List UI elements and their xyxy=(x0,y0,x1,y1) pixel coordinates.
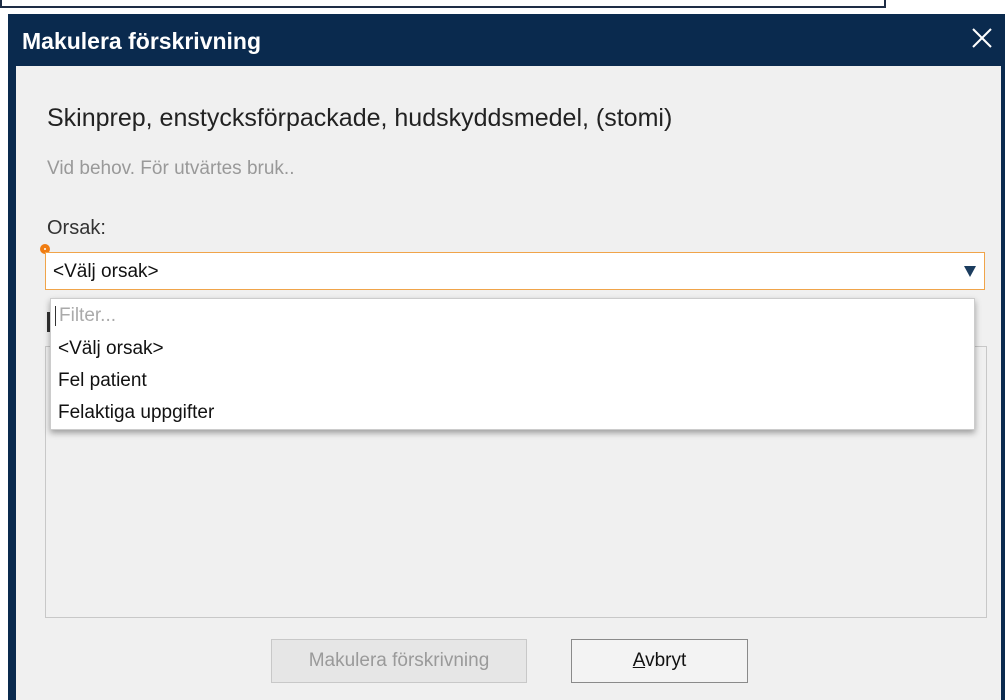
close-button[interactable] xyxy=(967,24,997,54)
reason-select-value: <Välj orsak> xyxy=(53,261,159,282)
cancel-prescription-dialog: Makulera förskrivning Skinprep, enstycks… xyxy=(8,14,1005,700)
dosage-instructions: Vid behov. För utvärtes bruk.. xyxy=(47,158,295,179)
filter-input[interactable] xyxy=(51,299,974,333)
dialog-titlebar: Makulera förskrivning xyxy=(8,14,1005,66)
reason-option[interactable]: Felaktiga uppgifter xyxy=(51,397,974,429)
abort-button-label: vbryt xyxy=(645,650,687,671)
abort-button[interactable]: Avbryt xyxy=(571,639,748,683)
dialog-body: Skinprep, enstycksförpackade, hudskyddsm… xyxy=(16,66,1001,700)
background-window-frame xyxy=(0,0,886,8)
dropdown-arrow-icon xyxy=(964,266,976,277)
product-name: Skinprep, enstycksförpackade, hudskyddsm… xyxy=(47,104,673,132)
dialog-title: Makulera förskrivning xyxy=(22,28,262,54)
reason-select[interactable]: <Välj orsak> xyxy=(45,252,985,290)
close-icon xyxy=(972,28,992,48)
text-caret xyxy=(55,306,56,326)
reason-label: Orsak: xyxy=(47,217,106,239)
abort-button-mnemonic: A xyxy=(632,650,646,671)
cancel-prescription-button[interactable]: Makulera förskrivning xyxy=(271,639,527,683)
reason-option[interactable]: <Välj orsak> xyxy=(51,333,974,365)
reason-dropdown-list: <Välj orsak> Fel patient Felaktiga uppgi… xyxy=(50,298,975,430)
reason-option[interactable]: Fel patient xyxy=(51,365,974,397)
reason-options: <Välj orsak> Fel patient Felaktiga uppgi… xyxy=(51,333,974,429)
